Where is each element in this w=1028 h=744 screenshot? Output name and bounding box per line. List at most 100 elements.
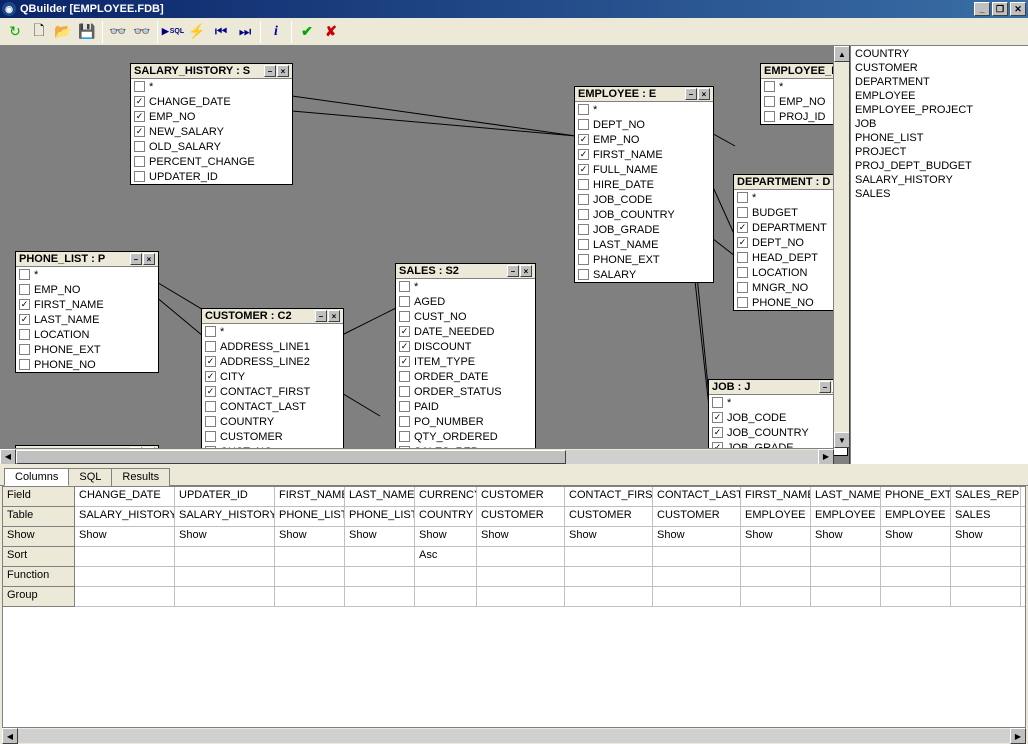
field-checkbox[interactable] — [578, 209, 589, 220]
field-checkbox[interactable] — [764, 96, 775, 107]
grid-cell[interactable]: Show — [75, 527, 175, 547]
field-row[interactable]: * — [131, 79, 292, 94]
field-checkbox[interactable] — [205, 326, 216, 337]
field-row[interactable]: HIRE_DATE — [575, 177, 713, 192]
field-checkbox[interactable] — [578, 254, 589, 265]
field-checkbox[interactable] — [205, 431, 216, 442]
field-checkbox[interactable]: ✓ — [19, 299, 30, 310]
field-row[interactable]: ✓JOB_CODE — [709, 410, 847, 425]
table-phone-list[interactable]: PHONE_LIST : P–× *EMP_NO✓FIRST_NAME✓LAST… — [15, 251, 159, 373]
table-list-item[interactable]: JOB — [853, 118, 1026, 132]
field-checkbox[interactable]: ✓ — [205, 356, 216, 367]
minimize-icon[interactable]: – — [264, 65, 276, 77]
field-row[interactable]: EMP_NO — [16, 282, 158, 297]
grid-cell[interactable] — [1021, 587, 1026, 607]
grid-cell[interactable] — [741, 587, 811, 607]
table-job[interactable]: JOB : J–× *✓JOB_CODE✓JOB_COUNTRY✓JOB_GRA… — [708, 379, 848, 456]
grid-cell[interactable] — [175, 547, 275, 567]
glasses-icon[interactable]: 👓 — [107, 21, 129, 43]
new-doc-icon[interactable]: 🗋 — [28, 21, 50, 43]
flash-icon[interactable]: ⚡ — [186, 21, 208, 43]
grid-cell[interactable] — [741, 567, 811, 587]
field-checkbox[interactable] — [764, 111, 775, 122]
field-checkbox[interactable] — [737, 207, 748, 218]
field-checkbox[interactable] — [737, 192, 748, 203]
grid-cell[interactable]: EMPLOYEE — [811, 507, 881, 527]
table-customer[interactable]: CUSTOMER : C2–× *ADDRESS_LINE1✓ADDRESS_L… — [201, 308, 344, 460]
grid-cell[interactable]: Show — [811, 527, 881, 547]
field-checkbox[interactable]: ✓ — [134, 111, 145, 122]
grid-cell[interactable] — [951, 567, 1021, 587]
field-checkbox[interactable] — [399, 281, 410, 292]
grid-cell[interactable]: Show — [415, 527, 477, 547]
field-row[interactable]: ✓DATE_NEEDED — [396, 324, 535, 339]
field-checkbox[interactable]: ✓ — [578, 164, 589, 175]
field-checkbox[interactable] — [205, 401, 216, 412]
field-checkbox[interactable] — [19, 344, 30, 355]
field-row[interactable]: ✓CITY — [202, 369, 343, 384]
field-row[interactable]: CUSTOMER — [202, 429, 343, 444]
field-row[interactable]: CONTACT_LAST — [202, 399, 343, 414]
grid-cell[interactable] — [75, 547, 175, 567]
field-checkbox[interactable] — [134, 141, 145, 152]
grid-cell[interactable]: Show — [275, 527, 345, 547]
field-checkbox[interactable] — [399, 416, 410, 427]
grid-cell[interactable]: COUNTRY — [415, 507, 477, 527]
grid-cell[interactable] — [653, 587, 741, 607]
field-checkbox[interactable]: ✓ — [737, 237, 748, 248]
close-icon[interactable]: × — [328, 310, 340, 322]
grid-cell[interactable]: CURRENCY — [415, 487, 477, 507]
field-row[interactable]: * — [396, 279, 535, 294]
grid-cell[interactable] — [275, 587, 345, 607]
grid-cell[interactable]: SALES — [951, 507, 1021, 527]
field-row[interactable]: ✓JOB_COUNTRY — [709, 425, 847, 440]
grid-cell[interactable] — [175, 587, 275, 607]
field-row[interactable]: ✓FULL_NAME — [575, 162, 713, 177]
table-list-item[interactable]: COUNTRY — [853, 48, 1026, 62]
new-icon[interactable]: ↻ — [4, 21, 26, 43]
grid-cell[interactable] — [653, 547, 741, 567]
grid-cell[interactable]: ORDER_S — [1021, 487, 1026, 507]
grid-cell[interactable]: PHONE_LIST — [275, 507, 345, 527]
field-row[interactable]: OLD_SALARY — [131, 139, 292, 154]
field-row[interactable]: QTY_ORDERED — [396, 429, 535, 444]
table-list-item[interactable]: SALES — [853, 188, 1026, 202]
minimize-icon[interactable]: – — [819, 381, 831, 393]
grid-cell[interactable]: SALARY_HISTORY — [75, 507, 175, 527]
field-checkbox[interactable] — [737, 267, 748, 278]
grid-cell[interactable]: Show — [477, 527, 565, 547]
grid-cell[interactable] — [75, 587, 175, 607]
grid-cell[interactable] — [345, 567, 415, 587]
grid-cell[interactable] — [881, 567, 951, 587]
field-checkbox[interactable] — [399, 401, 410, 412]
grid-cell[interactable]: CHANGE_DATE — [75, 487, 175, 507]
grid-cell[interactable] — [811, 587, 881, 607]
table-salary-history[interactable]: SALARY_HISTORY : S–× *✓CHANGE_DATE✓EMP_N… — [130, 63, 293, 185]
open-icon[interactable]: 📂 — [52, 21, 74, 43]
grid-cell[interactable]: FIRST_NAME — [741, 487, 811, 507]
field-row[interactable]: * — [16, 267, 158, 282]
field-checkbox[interactable] — [205, 341, 216, 352]
field-row[interactable]: ✓CONTACT_FIRST — [202, 384, 343, 399]
field-checkbox[interactable] — [578, 269, 589, 280]
grid-cell[interactable] — [175, 567, 275, 587]
table-list-item[interactable]: SALARY_HISTORY — [853, 174, 1026, 188]
field-checkbox[interactable] — [578, 119, 589, 130]
field-row[interactable]: ✓EMP_NO — [575, 132, 713, 147]
field-row[interactable]: ADDRESS_LINE1 — [202, 339, 343, 354]
field-checkbox[interactable] — [399, 296, 410, 307]
table-list-item[interactable]: CUSTOMER — [853, 62, 1026, 76]
field-row[interactable]: PAID — [396, 399, 535, 414]
table-list-item[interactable]: EMPLOYEE_PROJECT — [853, 104, 1026, 118]
grid-cell[interactable]: SALES — [1021, 507, 1026, 527]
grid-cell[interactable] — [345, 547, 415, 567]
close-button[interactable]: ✕ — [1010, 2, 1026, 16]
grid-cell[interactable] — [275, 567, 345, 587]
grid-cell[interactable] — [565, 587, 653, 607]
close-icon[interactable]: × — [698, 88, 710, 100]
grid-cell[interactable]: Show — [175, 527, 275, 547]
field-row[interactable]: ✓ITEM_TYPE — [396, 354, 535, 369]
query-canvas[interactable]: SALARY_HISTORY : S–× *✓CHANGE_DATE✓EMP_N… — [0, 46, 850, 464]
grid-cell[interactable] — [565, 567, 653, 587]
grid-cell[interactable]: LAST_NAME — [811, 487, 881, 507]
